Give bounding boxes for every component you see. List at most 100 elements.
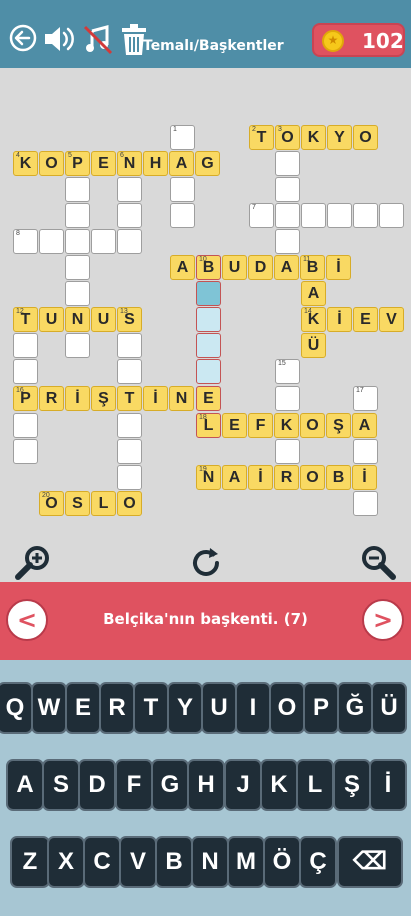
grid-cell[interactable]: A <box>170 255 195 280</box>
key-o-umlaut[interactable]: Ö <box>263 836 301 888</box>
grid-cell[interactable]: 20 O <box>39 491 64 516</box>
grid-cell[interactable] <box>379 203 404 228</box>
key-m[interactable]: M <box>227 836 265 888</box>
grid-cell[interactable]: K <box>274 413 299 438</box>
grid-cell[interactable]: A <box>352 413 377 438</box>
key-h[interactable]: H <box>187 759 225 811</box>
grid-cell[interactable]: Y <box>327 125 352 150</box>
grid-cell[interactable] <box>13 333 38 358</box>
coin-counter[interactable]: ★ 102 <box>312 23 405 57</box>
grid-cell[interactable] <box>117 439 142 464</box>
grid-cell[interactable]: 19 N <box>196 465 221 490</box>
previous-clue-button[interactable]: < <box>6 599 48 641</box>
key-z[interactable]: Z <box>10 836 50 888</box>
grid-cell[interactable]: İ <box>326 255 351 280</box>
key-r[interactable]: R <box>99 682 135 734</box>
highlighted-grid-cell[interactable] <box>196 333 221 358</box>
grid-cell[interactable]: 12 T <box>13 307 38 332</box>
grid-cell[interactable]: İ <box>248 465 273 490</box>
key-g[interactable]: G <box>151 759 189 811</box>
key-l[interactable]: L <box>296 759 334 811</box>
highlighted-grid-cell[interactable] <box>196 307 221 332</box>
grid-cell[interactable] <box>275 386 300 411</box>
volume-icon[interactable] <box>43 25 77 53</box>
key-y[interactable]: Y <box>167 682 203 734</box>
grid-cell[interactable] <box>353 439 378 464</box>
key-x[interactable]: X <box>47 836 85 888</box>
grid-cell[interactable]: 17 <box>353 386 378 411</box>
key-c[interactable]: C <box>83 836 121 888</box>
grid-cell[interactable]: E <box>222 413 247 438</box>
grid-cell[interactable]: 16 P <box>13 386 38 411</box>
grid-cell[interactable] <box>275 177 300 202</box>
key-e[interactable]: E <box>65 682 101 734</box>
grid-cell[interactable]: N <box>169 386 194 411</box>
grid-cell[interactable] <box>65 203 90 228</box>
key-t[interactable]: T <box>133 682 169 734</box>
grid-cell[interactable]: L <box>91 491 116 516</box>
grid-cell[interactable] <box>275 229 300 254</box>
grid-cell[interactable]: Ş <box>91 386 116 411</box>
grid-cell[interactable]: G <box>195 151 220 176</box>
grid-cell[interactable]: İ <box>143 386 168 411</box>
grid-cell[interactable] <box>65 255 90 280</box>
grid-cell[interactable]: 14 K <box>301 307 326 332</box>
key-u-umlaut[interactable]: Ü <box>371 682 407 734</box>
music-off-icon[interactable] <box>83 25 113 55</box>
grid-cell[interactable] <box>170 177 195 202</box>
zoom-in-icon[interactable] <box>14 544 52 586</box>
grid-cell[interactable]: 4K <box>13 151 38 176</box>
grid-cell[interactable]: U <box>39 307 64 332</box>
key-n[interactable]: N <box>191 836 229 888</box>
grid-cell[interactable]: D <box>248 255 273 280</box>
key-j[interactable]: J <box>224 759 262 811</box>
key-b[interactable]: B <box>155 836 193 888</box>
key-a[interactable]: A <box>6 759 44 811</box>
refresh-icon[interactable] <box>188 545 224 585</box>
grid-cell[interactable]: E <box>91 151 116 176</box>
grid-cell[interactable] <box>170 203 195 228</box>
grid-cell[interactable] <box>117 413 142 438</box>
grid-cell[interactable]: E <box>196 386 221 411</box>
grid-cell[interactable] <box>301 203 326 228</box>
key-u[interactable]: U <box>201 682 237 734</box>
key-q[interactable]: Q <box>0 682 33 734</box>
grid-cell[interactable]: R <box>39 386 64 411</box>
grid-cell[interactable] <box>117 229 142 254</box>
grid-cell[interactable]: O <box>353 125 378 150</box>
grid-cell[interactable]: 13 S <box>117 307 142 332</box>
grid-cell[interactable]: O <box>117 491 142 516</box>
grid-cell[interactable] <box>353 491 378 516</box>
key-s[interactable]: S <box>42 759 80 811</box>
key-w[interactable]: W <box>31 682 67 734</box>
grid-cell[interactable]: N <box>65 307 90 332</box>
grid-cell[interactable]: O <box>300 413 325 438</box>
key-i-dotted[interactable]: İ <box>369 759 407 811</box>
grid-cell[interactable]: 3O <box>275 125 300 150</box>
grid-cell[interactable]: 10 B <box>196 255 221 280</box>
key-s-cedilla[interactable]: Ş <box>333 759 371 811</box>
grid-cell[interactable]: A <box>274 255 299 280</box>
grid-cell[interactable] <box>117 203 142 228</box>
grid-cell[interactable]: İ <box>327 307 352 332</box>
grid-cell[interactable]: E <box>353 307 378 332</box>
key-v[interactable]: V <box>119 836 157 888</box>
grid-cell[interactable]: Ş <box>326 413 351 438</box>
grid-cell[interactable]: A <box>169 151 194 176</box>
grid-cell[interactable]: İ <box>65 386 90 411</box>
key-d[interactable]: D <box>78 759 116 811</box>
grid-cell[interactable]: U <box>222 255 247 280</box>
grid-cell[interactable]: T <box>117 386 142 411</box>
grid-cell[interactable] <box>117 177 142 202</box>
grid-cell[interactable] <box>117 333 142 358</box>
grid-cell[interactable]: 5P <box>65 151 90 176</box>
grid-cell[interactable]: 15 <box>275 359 300 384</box>
grid-cell[interactable]: H <box>143 151 168 176</box>
grid-cell[interactable]: İ <box>352 465 377 490</box>
grid-cell[interactable] <box>327 203 352 228</box>
grid-cell[interactable]: 1 <box>170 125 195 150</box>
grid-cell[interactable] <box>275 439 300 464</box>
grid-cell[interactable]: O <box>300 465 325 490</box>
grid-cell[interactable] <box>65 177 90 202</box>
grid-cell[interactable]: 11 B <box>300 255 325 280</box>
